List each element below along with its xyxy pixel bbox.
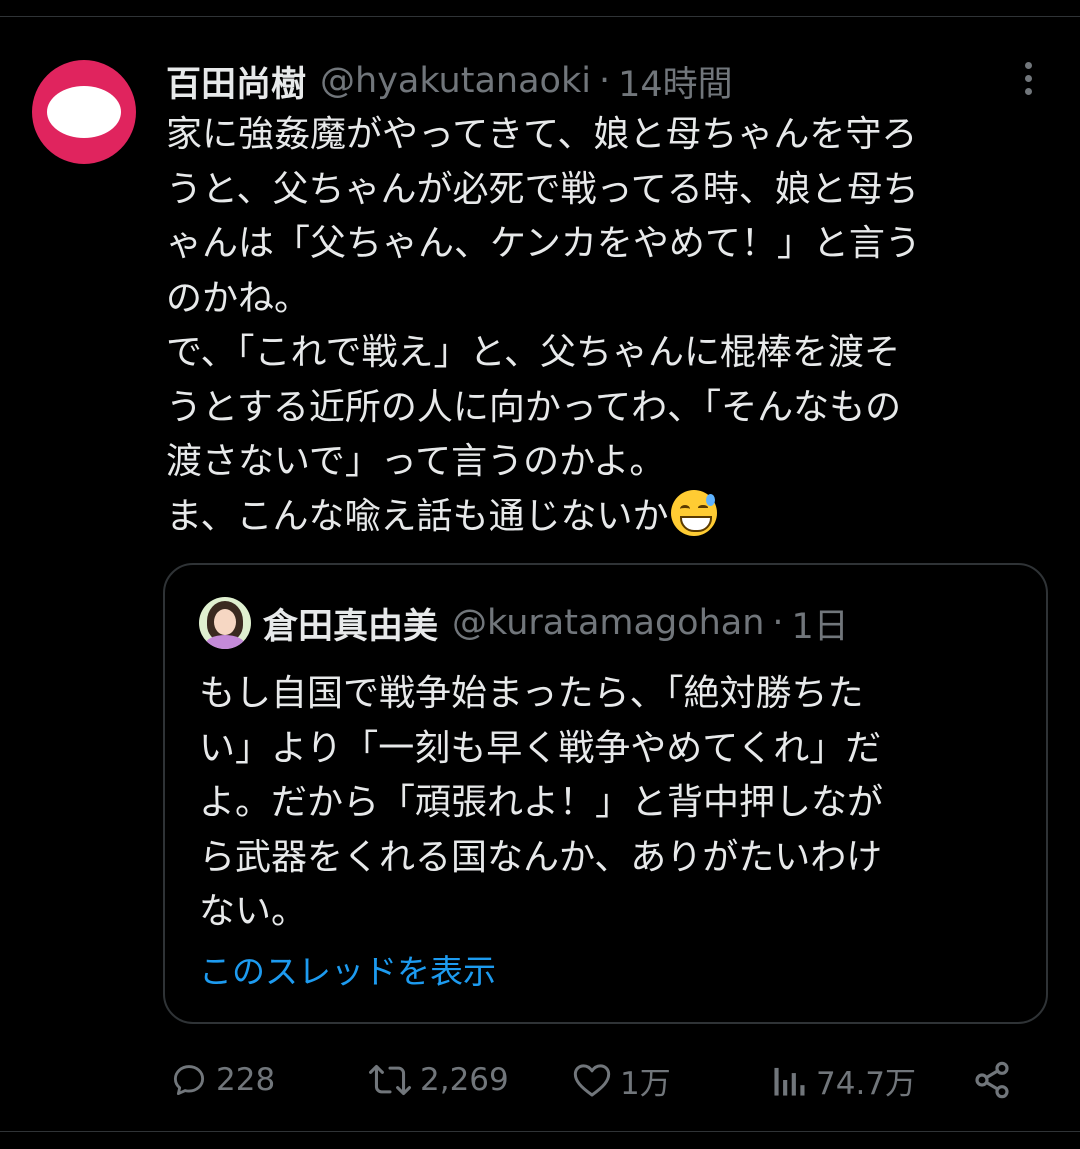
tweet-text-line: のかね。 [166, 277, 311, 319]
quote-text-line: もし自国で戦争始まったら、「絶対勝ちた [199, 673, 864, 714]
quote-text: もし自国で戦争始まったら、「絶対勝ちた い」より「一刻も早く戦争やめてくれ」だ … [199, 667, 1019, 940]
more-options-button[interactable] [1008, 58, 1048, 98]
quote-text-line: ない。 [199, 891, 308, 932]
like-button[interactable]: 1万 [572, 1052, 671, 1108]
reply-button[interactable]: 228 [170, 1052, 275, 1108]
retweet-button[interactable]: 2,269 [368, 1052, 509, 1108]
tweet-header: 百田尚樹 @hyakutanaoki · 14時間 [166, 56, 733, 106]
reply-count: 228 [216, 1062, 276, 1098]
quote-handle[interactable]: @kuratamagohan [452, 603, 764, 643]
quote-text-line: ら武器をくれる国なんか、ありがたいわけ [199, 836, 883, 878]
quote-separator-dot: · [772, 603, 784, 643]
timestamp[interactable]: 14時間 [618, 56, 733, 107]
tweet-text-line: 家に強姦魔がやってきて、娘と母ちゃんを守ろ [166, 114, 918, 155]
reply-icon [173, 1065, 205, 1096]
avatar-image [47, 86, 121, 138]
quote-header: 倉田真由美 @kuratamagohan · 1日 [263, 599, 849, 647]
quote-text-line: い」より「一刻も早く戦争やめてくれ」だ [199, 727, 882, 769]
more-dot-icon [1024, 87, 1032, 95]
tweet-text-line-last: ま、こんな喩え話も通じないか [166, 489, 1046, 545]
views-button[interactable]: 74.7万 [772, 1052, 916, 1108]
quote-text-line: よ。だから「頑張れよ！」と背中押しなが [199, 782, 884, 823]
tweet-text-line: うと、父ちゃんが必死で戦ってる時、娘と母ち [166, 168, 919, 210]
quoted-tweet-card[interactable]: 倉田真由美 @kuratamagohan · 1日 もし自国で戦争始まったら、「… [163, 563, 1048, 1024]
retweet-count: 2,269 [420, 1062, 509, 1098]
tweet-text-line: うとする近所の人に向かってわ、「そんなもの [166, 386, 902, 428]
tweet-text-line: ゃんは「父ちゃん、ケンカをやめて！」と言う [166, 223, 921, 264]
heart-icon [573, 1064, 611, 1097]
tweet-text-line: ま、こんな喩え話も通じないか [166, 495, 669, 537]
separator-dot: · [598, 61, 611, 101]
retweet-icon [369, 1064, 411, 1096]
show-thread-link[interactable]: このスレッドを表示 [199, 945, 496, 993]
tweet-text-line: 渡さないで」って言うのかよ。 [166, 441, 666, 482]
top-divider [0, 16, 1080, 17]
bottom-divider [0, 1131, 1080, 1132]
quote-avatar[interactable] [199, 597, 251, 649]
like-count: 1万 [620, 1065, 671, 1102]
tweet-text-line: で、「これで戦え」と、父ちゃんに棍棒を渡そ [166, 332, 901, 373]
display-name[interactable]: 百田尚樹 [166, 56, 306, 107]
tweet-text: 家に強姦魔がやってきて、娘と母ちゃんを守ろ うと、父ちゃんが必死で戦ってる時、娘… [166, 108, 1046, 544]
more-dot-icon [1024, 74, 1032, 82]
views-chart-icon [774, 1067, 805, 1096]
grinning-face-with-sweat-emoji-icon [670, 489, 717, 536]
share-button[interactable] [972, 1052, 1012, 1108]
more-dot-icon [1024, 61, 1032, 69]
share-icon [975, 1061, 1009, 1099]
avatar[interactable] [32, 60, 136, 164]
quote-timestamp[interactable]: 1日 [792, 598, 849, 649]
quote-display-name[interactable]: 倉田真由美 [263, 598, 438, 649]
action-bar: 228 2,269 1万 74.7万 [0, 1052, 1080, 1108]
handle[interactable]: @hyakutanaoki [320, 61, 591, 101]
views-count: 74.7万 [816, 1065, 917, 1102]
